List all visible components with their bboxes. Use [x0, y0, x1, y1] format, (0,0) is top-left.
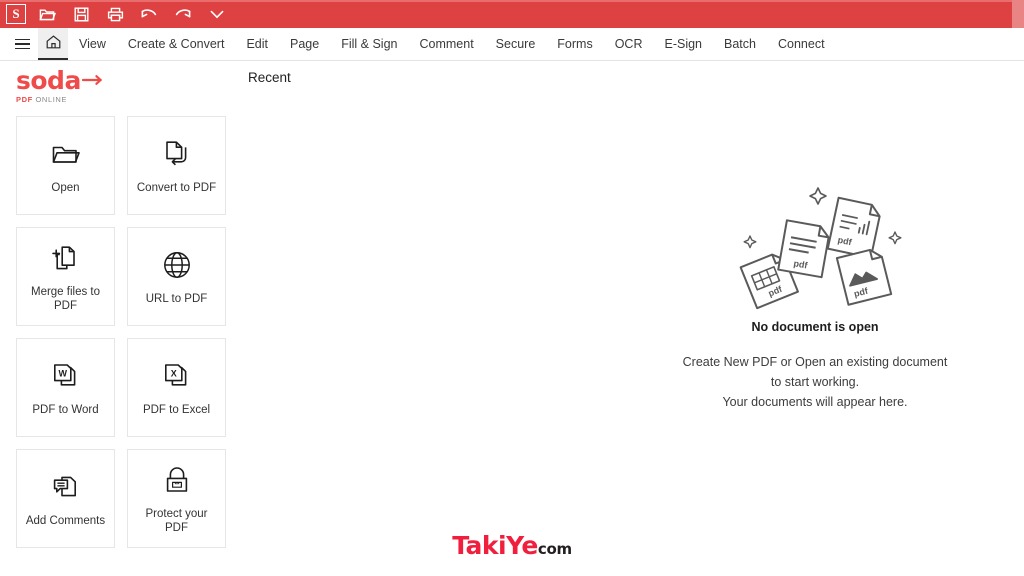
menu-item-edit[interactable]: Edit — [235, 28, 279, 60]
brand-tagline: PDF ONLINE — [16, 95, 126, 105]
menu-item-create-convert[interactable]: Create & Convert — [117, 28, 236, 60]
tile-label-pdf-to-word: PDF to Word — [32, 403, 99, 416]
convert-to-pdf-icon — [164, 137, 190, 171]
folder-open-icon — [51, 137, 81, 171]
recent-section-title: Recent — [248, 70, 291, 85]
print-icon[interactable] — [102, 1, 128, 27]
tab-home[interactable] — [38, 28, 68, 60]
menu-item-esign[interactable]: E-Sign — [653, 28, 713, 60]
excel-document-icon: X — [163, 359, 191, 393]
redo-icon[interactable] — [170, 1, 196, 27]
pdf-card-chart: pdf — [826, 196, 881, 259]
watermark-sub-text: com — [537, 540, 572, 558]
empty-state-title: No document is open — [751, 320, 879, 334]
watermark: TakiYecom — [0, 531, 1024, 560]
menu-item-connect[interactable]: Connect — [767, 28, 836, 60]
app-logo-badge[interactable]: S — [6, 4, 26, 24]
tile-url-to-pdf[interactable]: URL to PDF — [127, 227, 226, 326]
soda-pdf-logo[interactable]: soda PDF ONLINE — [16, 68, 126, 105]
watermark-main-text: TakiYe — [452, 531, 538, 560]
sparkle-icon — [809, 187, 827, 205]
menu-item-secure[interactable]: Secure — [485, 28, 547, 60]
globe-icon — [163, 248, 191, 282]
word-document-icon: W — [52, 359, 80, 393]
menu-item-view[interactable]: View — [68, 28, 117, 60]
tile-label-add-comments: Add Comments — [25, 514, 106, 527]
empty-state-line-1: Create New PDF or Open an existing docum… — [682, 355, 948, 369]
save-icon[interactable] — [68, 1, 94, 27]
menu-item-forms[interactable]: Forms — [546, 28, 603, 60]
sparkle-icon — [888, 231, 902, 245]
menu-item-batch[interactable]: Batch — [713, 28, 767, 60]
tile-label-merge-files-to-pdf: Merge files to PDF — [30, 285, 101, 312]
menu-item-ocr[interactable]: OCR — [604, 28, 654, 60]
quick-action-tiles: Open Convert to PDF Merge files to PDF U… — [16, 116, 226, 548]
pdf-card-image: pdf — [835, 248, 893, 306]
tile-convert-to-pdf[interactable]: Convert to PDF — [127, 116, 226, 215]
sparkle-icon — [743, 235, 757, 249]
tile-label-open: Open — [51, 181, 80, 194]
brand-wordmark: soda — [16, 68, 126, 94]
empty-state-line-3: Your documents will appear here. — [722, 395, 908, 409]
quick-access-toolbar: S — [0, 0, 1024, 28]
svg-text:**: ** — [174, 481, 180, 488]
merge-files-icon — [51, 241, 80, 275]
main-menu-bar: View Create & Convert Edit Page Fill & S… — [0, 28, 1024, 61]
menu-item-comment[interactable]: Comment — [408, 28, 484, 60]
toolbar-highlight-line — [0, 0, 1024, 2]
menu-item-page[interactable]: Page — [279, 28, 330, 60]
svg-text:X: X — [170, 368, 176, 378]
toolbar-right-strip — [1012, 0, 1024, 28]
empty-state-line-2: to start working. — [770, 375, 860, 389]
padlock-icon: ** — [164, 463, 190, 497]
menu-item-fill-sign[interactable]: Fill & Sign — [330, 28, 408, 60]
empty-state-panel: pdf pdf pdf pdf No document is open Crea… — [640, 180, 990, 412]
brand-arrow-icon — [81, 65, 104, 91]
tile-open[interactable]: Open — [16, 116, 115, 215]
brand-tagline-online: ONLINE — [35, 95, 68, 104]
tile-label-url-to-pdf: URL to PDF — [145, 292, 208, 305]
pdf-card-text: pdf — [777, 219, 830, 279]
soda-pdf-window: S View Create & Convert Edit Page Fill &… — [0, 0, 1024, 576]
home-icon — [46, 34, 61, 54]
open-icon[interactable] — [34, 1, 60, 27]
comment-document-icon — [52, 470, 80, 504]
undo-icon[interactable] — [136, 1, 162, 27]
svg-text:W: W — [58, 368, 67, 378]
tile-pdf-to-excel[interactable]: X PDF to Excel — [127, 338, 226, 437]
hamburger-menu-icon[interactable] — [8, 28, 36, 60]
brand-tagline-pdf: PDF — [16, 95, 33, 104]
chevron-down-icon[interactable] — [204, 1, 230, 27]
no-documents-illustration: pdf pdf pdf pdf — [640, 180, 990, 310]
tile-label-convert-to-pdf: Convert to PDF — [136, 181, 217, 194]
tile-pdf-to-word[interactable]: W PDF to Word — [16, 338, 115, 437]
empty-state-description: Create New PDF or Open an existing docum… — [640, 352, 990, 412]
tile-label-pdf-to-excel: PDF to Excel — [142, 403, 211, 416]
tile-merge-files-to-pdf[interactable]: Merge files to PDF — [16, 227, 115, 326]
brand-name: soda — [16, 66, 81, 95]
